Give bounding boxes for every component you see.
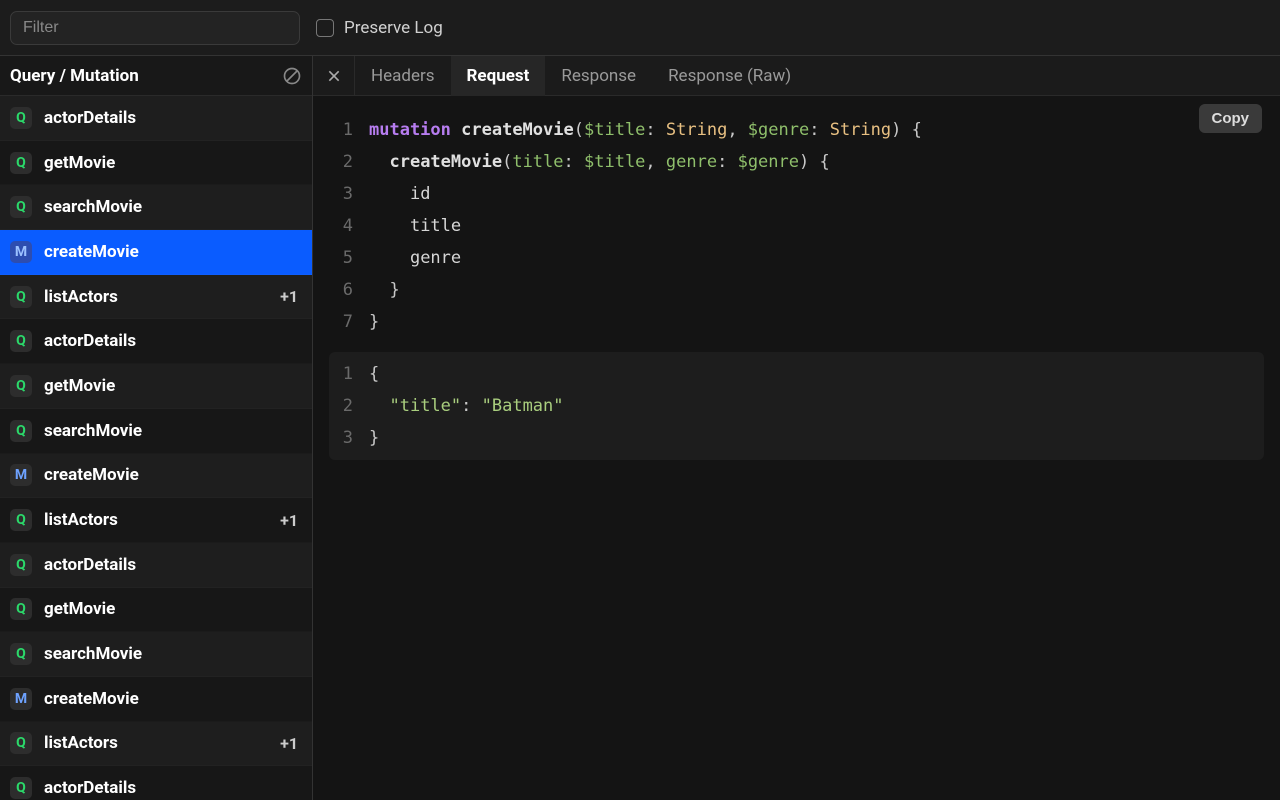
operation-name: listActors — [44, 733, 268, 753]
operation-name: getMovie — [44, 376, 302, 396]
code-line: 4 title — [329, 210, 1264, 242]
operation-extra-count: +1 — [280, 511, 302, 530]
operation-name: searchMovie — [44, 644, 302, 664]
operation-extra-count: +1 — [280, 734, 302, 753]
detail-body: Copy 1mutation createMovie($title: Strin… — [313, 96, 1280, 800]
preserve-log-label: Preserve Log — [344, 18, 443, 38]
operation-item[interactable]: QactorDetails — [0, 543, 312, 588]
operation-item[interactable]: QlistActors +1 — [0, 275, 312, 320]
code-line: 2 createMovie(title: $title, genre: $gen… — [329, 146, 1264, 178]
query-badge-icon: Q — [10, 554, 32, 576]
operation-name: getMovie — [44, 599, 302, 619]
operation-name: createMovie — [44, 465, 302, 485]
query-badge-icon: Q — [10, 509, 32, 531]
checkbox-icon[interactable] — [316, 19, 334, 37]
mutation-badge-icon: M — [10, 241, 32, 263]
operation-extra-count: +1 — [280, 287, 302, 306]
code-line: 6 } — [329, 274, 1264, 306]
operation-name: createMovie — [44, 242, 302, 262]
operation-name: actorDetails — [44, 778, 302, 798]
query-badge-icon: Q — [10, 286, 32, 308]
operation-item[interactable]: QlistActors +1 — [0, 722, 312, 767]
code-line: 7} — [329, 306, 1264, 338]
preserve-log-toggle[interactable]: Preserve Log — [316, 18, 443, 38]
request-query-code: 1mutation createMovie($title: String, $g… — [329, 114, 1264, 338]
query-badge-icon: Q — [10, 420, 32, 442]
query-badge-icon: Q — [10, 196, 32, 218]
tab-response-raw-[interactable]: Response (Raw) — [652, 56, 807, 96]
detail-panel: HeadersRequestResponseResponse (Raw) Cop… — [313, 56, 1280, 800]
code-line: 2 "title": "Batman" — [329, 390, 1264, 422]
query-badge-icon: Q — [10, 152, 32, 174]
code-line: 5 genre — [329, 242, 1264, 274]
sidebar-header: Query / Mutation — [0, 56, 312, 96]
query-badge-icon: Q — [10, 732, 32, 754]
operation-item[interactable]: QactorDetails — [0, 96, 312, 141]
close-icon[interactable] — [313, 56, 355, 96]
copy-button[interactable]: Copy — [1199, 104, 1263, 133]
code-line: 1mutation createMovie($title: String, $g… — [329, 114, 1264, 146]
operation-name: listActors — [44, 287, 268, 307]
mutation-badge-icon: M — [10, 688, 32, 710]
operation-item[interactable]: QgetMovie — [0, 364, 312, 409]
clear-icon[interactable] — [282, 66, 302, 86]
operation-name: getMovie — [44, 153, 302, 173]
operation-name: actorDetails — [44, 555, 302, 575]
operation-item[interactable]: QgetMovie — [0, 141, 312, 186]
operation-name: searchMovie — [44, 421, 302, 441]
query-badge-icon: Q — [10, 375, 32, 397]
query-badge-icon: Q — [10, 777, 32, 799]
operation-item[interactable]: QlistActors +1 — [0, 498, 312, 543]
operation-name: createMovie — [44, 689, 302, 709]
sidebar-title: Query / Mutation — [10, 66, 139, 86]
code-line: 1{ — [329, 358, 1264, 390]
operation-name: listActors — [44, 510, 268, 530]
query-badge-icon: Q — [10, 643, 32, 665]
filter-input[interactable] — [10, 11, 300, 45]
request-variables-code: 1{2 "title": "Batman"3} — [329, 352, 1264, 460]
operation-item[interactable]: QgetMovie — [0, 588, 312, 633]
detail-tabs: HeadersRequestResponseResponse (Raw) — [313, 56, 1280, 96]
query-badge-icon: Q — [10, 598, 32, 620]
operation-item[interactable]: QactorDetails — [0, 766, 312, 800]
query-badge-icon: Q — [10, 330, 32, 352]
code-line: 3 id — [329, 178, 1264, 210]
operation-list: QactorDetailsQgetMovieQsearchMovieMcreat… — [0, 96, 312, 800]
top-toolbar: Preserve Log — [0, 0, 1280, 56]
operation-item[interactable]: QsearchMovie — [0, 409, 312, 454]
operation-item[interactable]: McreateMovie — [0, 454, 312, 499]
tab-response[interactable]: Response — [545, 56, 652, 96]
operation-name: searchMovie — [44, 197, 302, 217]
tab-request[interactable]: Request — [451, 56, 546, 96]
tab-headers[interactable]: Headers — [355, 56, 451, 96]
operation-item[interactable]: QactorDetails — [0, 319, 312, 364]
operation-name: actorDetails — [44, 331, 302, 351]
operation-item[interactable]: McreateMovie — [0, 677, 312, 722]
mutation-badge-icon: M — [10, 464, 32, 486]
query-badge-icon: Q — [10, 107, 32, 129]
operation-item[interactable]: QsearchMovie — [0, 632, 312, 677]
code-line: 3} — [329, 422, 1264, 454]
operation-item[interactable]: QsearchMovie — [0, 185, 312, 230]
operation-item[interactable]: McreateMovie — [0, 230, 312, 275]
operation-name: actorDetails — [44, 108, 302, 128]
sidebar: Query / Mutation QactorDetailsQgetMovieQ… — [0, 56, 313, 800]
